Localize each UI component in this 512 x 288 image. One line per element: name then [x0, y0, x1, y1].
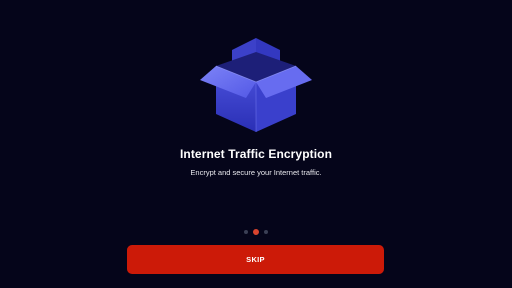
page-dot-1[interactable] — [244, 230, 248, 234]
page-dot-2-active[interactable] — [253, 229, 259, 235]
open-box-icon — [200, 38, 312, 132]
onboarding-title: Internet Traffic Encryption — [179, 147, 333, 161]
skip-button[interactable]: SKIP — [127, 245, 384, 274]
onboarding-screen: Internet Traffic Encryption Encrypt and … — [0, 0, 512, 288]
page-indicator — [0, 229, 512, 235]
onboarding-subtitle: Encrypt and secure your Internet traffic… — [190, 168, 322, 177]
page-dot-3[interactable] — [264, 230, 268, 234]
